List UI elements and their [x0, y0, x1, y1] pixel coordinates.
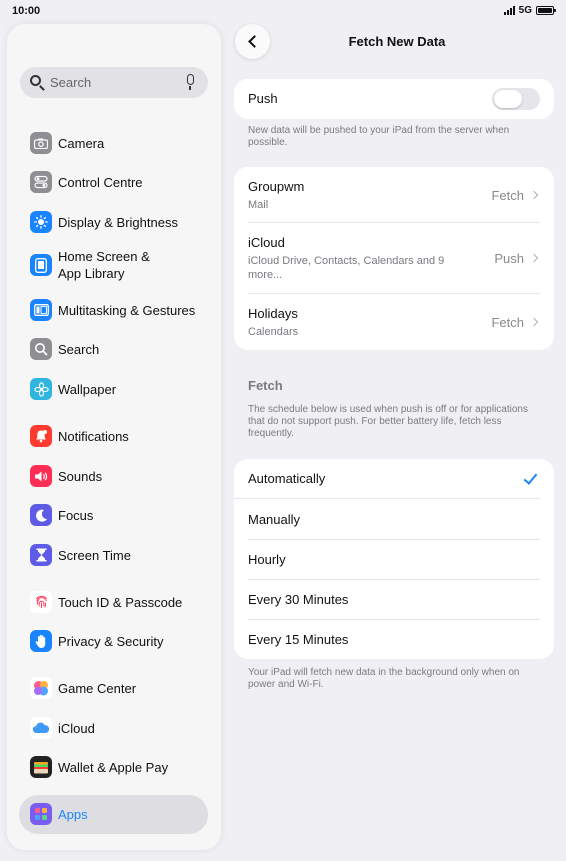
switches-icon	[30, 171, 52, 193]
sidebar-item-touch-id[interactable]: Touch ID & Passcode	[30, 591, 182, 613]
sidebar-item-privacy[interactable]: Privacy & Security	[30, 630, 163, 652]
sidebar-item-focus[interactable]: Focus	[30, 504, 93, 526]
microphone-icon[interactable]	[187, 74, 194, 90]
sidebar-item-control-centre[interactable]: Control Centre	[30, 171, 143, 193]
sidebar-item-camera[interactable]: Camera	[30, 132, 104, 154]
footer-note: Your iPad will fetch new data in the bac…	[248, 667, 520, 690]
status-time: 10:00	[12, 5, 41, 17]
apps-grid-icon	[30, 803, 52, 825]
schedule-option-hourly[interactable]: Hourly	[234, 539, 554, 579]
page-title: Fetch New Data	[348, 34, 446, 49]
chevron-right-icon	[529, 317, 539, 327]
push-card: Push	[234, 79, 554, 119]
hourglass-icon	[30, 544, 52, 566]
search-placeholder: Search	[50, 75, 92, 90]
sidebar: Search Camera Control Centre Display & B…	[7, 24, 221, 850]
sidebar-item-sounds[interactable]: Sounds	[30, 465, 102, 487]
back-button[interactable]	[235, 24, 270, 59]
moon-icon	[30, 504, 52, 526]
home-screen-icon	[30, 254, 52, 276]
sun-icon	[30, 211, 52, 233]
camera-icon	[30, 132, 52, 154]
sidebar-item-apps[interactable]: Apps	[30, 803, 88, 825]
sidebar-item-home-screen[interactable]: Home Screen & App Library	[30, 248, 150, 282]
toggle-knob	[494, 90, 522, 108]
chevron-right-icon	[529, 190, 539, 200]
sidebar-item-display-brightness[interactable]: Display & Brightness	[30, 211, 178, 233]
account-row-holidays[interactable]: Holidays Calendars Fetch	[234, 294, 554, 350]
status-bar: 10:00 5G	[0, 0, 566, 22]
wallet-icon	[30, 756, 52, 778]
fingerprint-icon	[30, 591, 52, 613]
checkmark-icon	[523, 470, 538, 485]
multitasking-icon	[30, 299, 52, 321]
sidebar-item-wallet[interactable]: Wallet & Apple Pay	[30, 756, 168, 778]
fetch-section-header: Fetch	[248, 378, 283, 393]
speaker-icon	[30, 465, 52, 487]
schedule-card: Automatically Manually Hourly Every 30 M…	[234, 459, 554, 659]
sidebar-item-notifications[interactable]: Notifications	[30, 425, 129, 447]
schedule-option-15-minutes[interactable]: Every 15 Minutes	[234, 619, 554, 659]
schedule-option-automatically[interactable]: Automatically	[234, 459, 554, 499]
account-row-groupwm[interactable]: Groupwm Mail Fetch	[234, 167, 554, 222]
signal-icon	[503, 6, 515, 15]
search-icon	[30, 75, 41, 86]
push-note: New data will be pushed to your iPad fro…	[248, 125, 510, 148]
schedule-option-30-minutes[interactable]: Every 30 Minutes	[234, 579, 554, 619]
chevron-left-icon	[248, 35, 261, 48]
sidebar-item-search[interactable]: Search	[30, 338, 99, 360]
battery-icon	[536, 6, 556, 15]
network-type: 5G	[518, 5, 532, 16]
fetch-note: The schedule below is used when push is …	[248, 404, 528, 439]
bell-icon	[30, 425, 52, 447]
sidebar-item-game-center[interactable]: Game Center	[30, 677, 136, 699]
cloud-icon	[30, 717, 52, 739]
chevron-right-icon	[529, 253, 539, 263]
search-icon	[30, 338, 52, 360]
schedule-option-manually[interactable]: Manually	[234, 499, 554, 539]
push-toggle[interactable]	[492, 88, 540, 110]
sidebar-item-wallpaper[interactable]: Wallpaper	[30, 378, 116, 400]
push-label: Push	[248, 91, 278, 106]
hand-icon	[30, 630, 52, 652]
sidebar-item-multitasking[interactable]: Multitasking & Gestures	[30, 299, 195, 321]
search-field[interactable]: Search	[20, 67, 208, 98]
accounts-card: Groupwm Mail Fetch iCloud iCloud Drive, …	[234, 167, 554, 350]
game-center-icon	[30, 677, 52, 699]
sidebar-item-screen-time[interactable]: Screen Time	[30, 544, 131, 566]
account-row-icloud[interactable]: iCloud iCloud Drive, Contacts, Calendars…	[234, 223, 554, 294]
sidebar-item-icloud[interactable]: iCloud	[30, 717, 95, 739]
flower-icon	[30, 378, 52, 400]
